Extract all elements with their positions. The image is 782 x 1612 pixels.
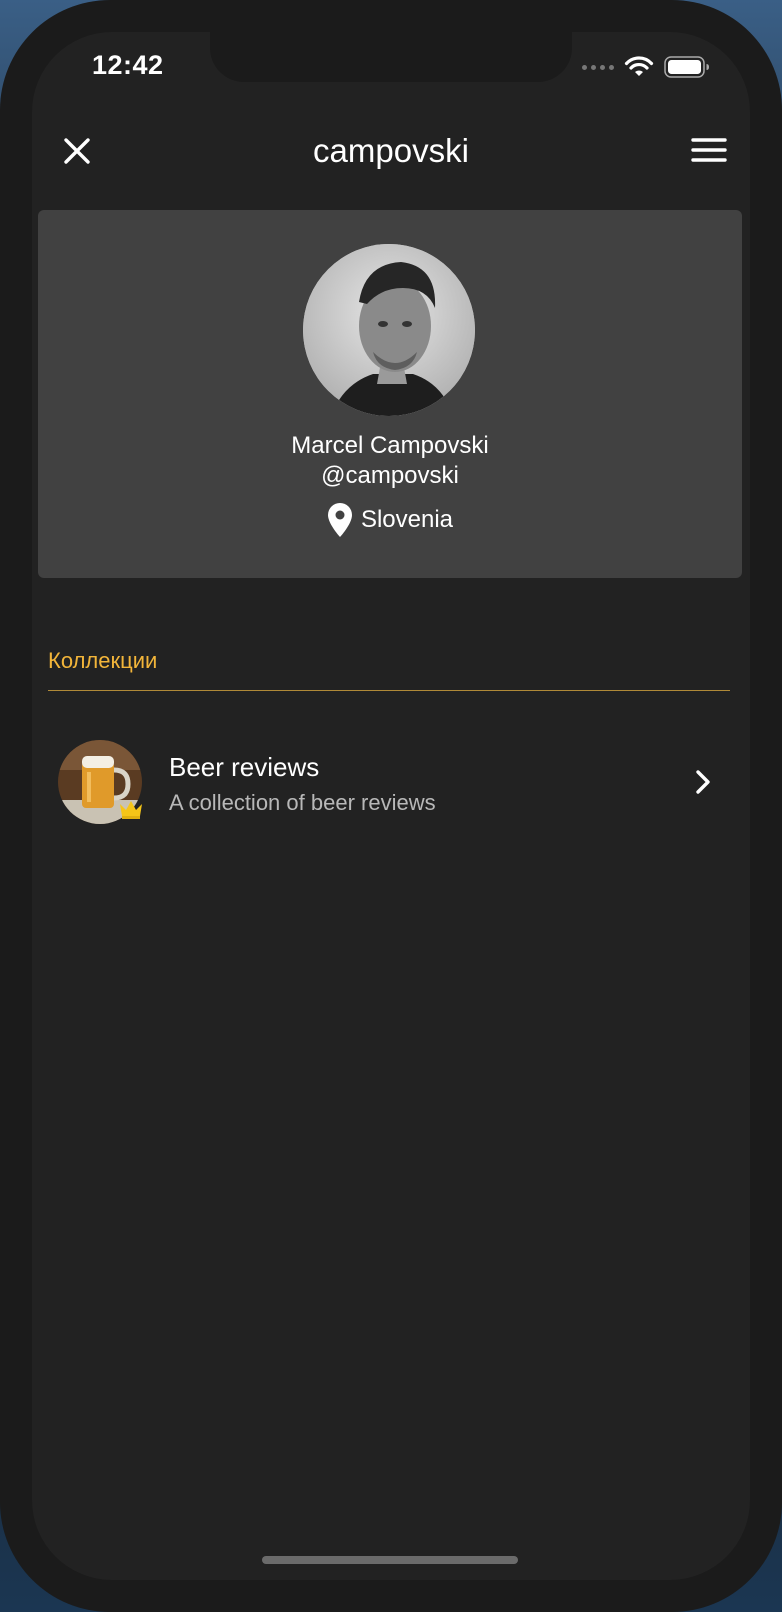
map-pin-icon xyxy=(327,503,352,537)
location-text: Slovenia xyxy=(360,506,454,533)
app-screen: 12:42 campovski Marcel Campovski @campov… xyxy=(32,32,750,1580)
profile-username: @campovski xyxy=(321,462,459,489)
home-indicator[interactable] xyxy=(262,1556,518,1564)
phone-frame: 12:42 campovski Marcel Campovski @campov… xyxy=(0,0,782,1612)
device-notch xyxy=(210,32,572,82)
collection-title: Beer reviews xyxy=(169,752,320,782)
crown-icon xyxy=(118,798,144,820)
menu-button[interactable] xyxy=(690,134,728,166)
avatar[interactable] xyxy=(303,244,475,416)
collection-list-item[interactable]: Beer reviews A collection of beer review… xyxy=(32,732,750,832)
wifi-icon xyxy=(624,56,654,78)
hamburger-menu-icon xyxy=(691,138,727,162)
status-time: 12:42 xyxy=(92,50,164,80)
profile-full-name: Marcel Campovski xyxy=(291,432,489,459)
profile-photo xyxy=(303,244,475,416)
status-icons xyxy=(582,56,710,78)
section-divider xyxy=(48,690,730,691)
page-title: campovski xyxy=(313,132,469,169)
app-header: campovski xyxy=(32,116,750,184)
signal-dots-icon xyxy=(582,64,614,70)
battery-icon xyxy=(664,56,710,78)
chevron-right-icon xyxy=(692,768,714,796)
collections-section-title: Коллекции xyxy=(48,648,158,673)
profile-location: Slovenia xyxy=(38,502,742,538)
collection-description: A collection of beer reviews xyxy=(169,790,436,815)
profile-card: Marcel Campovski @campovski Slovenia xyxy=(38,210,742,578)
